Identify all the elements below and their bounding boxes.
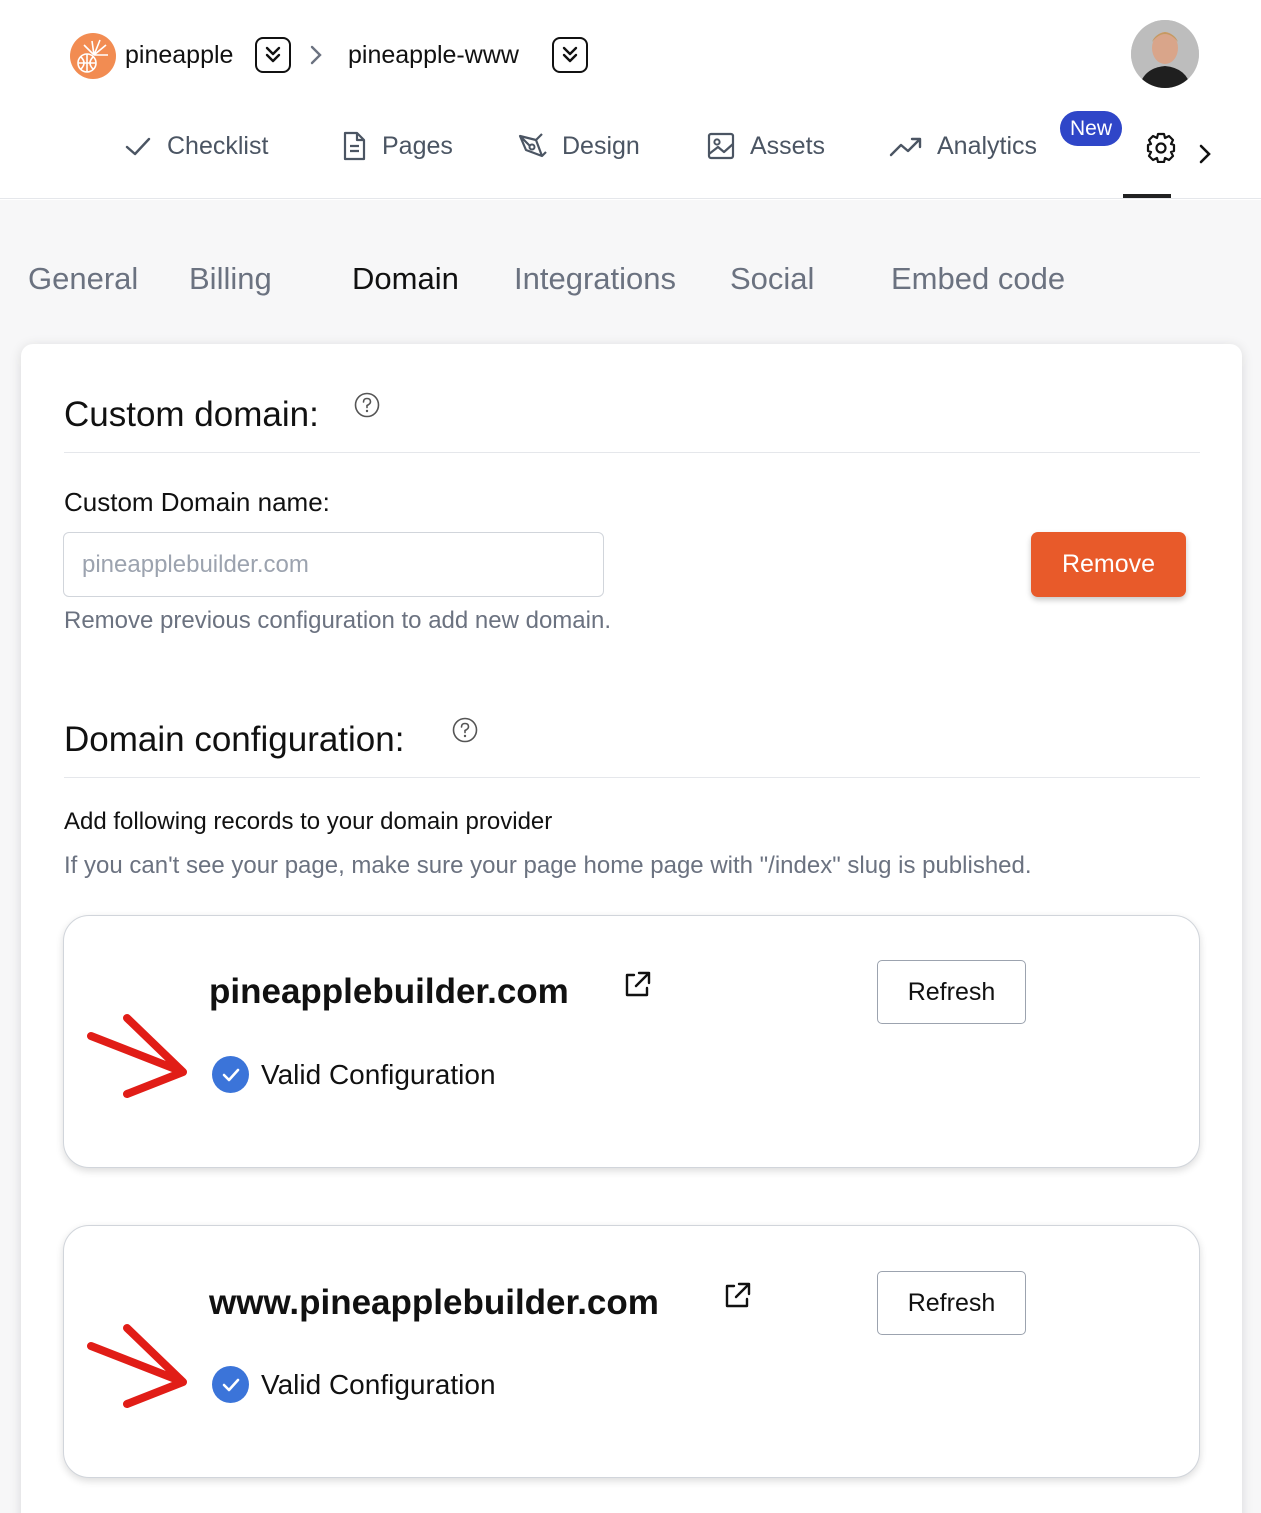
nav-label: Pages (382, 131, 453, 160)
chevron-right-icon (310, 45, 322, 65)
refresh-button[interactable]: Refresh (877, 960, 1026, 1024)
pen-tool-icon (518, 133, 547, 158)
divider (64, 452, 1200, 453)
divider (64, 777, 1200, 778)
nav-pages[interactable]: Pages (340, 126, 453, 166)
project-switch-button[interactable] (255, 37, 291, 73)
custom-domain-hint: Remove previous configuration to add new… (64, 607, 611, 634)
subtab-billing[interactable]: Billing (189, 258, 272, 300)
chevrons-down-icon (562, 46, 578, 63)
project-logo[interactable] (70, 33, 116, 79)
subtab-embed-code[interactable]: Embed code (891, 258, 1065, 300)
site-switch-button[interactable] (552, 37, 588, 73)
domain-name: www.pineapplebuilder.com (209, 1283, 659, 1322)
external-link-icon[interactable] (620, 968, 654, 1002)
subtab-general[interactable]: General (28, 258, 138, 300)
annotation-arrow-icon (87, 1324, 187, 1408)
breadcrumb-site[interactable]: pineapple-www (348, 38, 519, 72)
check-icon (125, 137, 151, 156)
custom-domain-title: Custom domain: (64, 395, 319, 434)
config-status: Valid Configuration (212, 1056, 496, 1093)
page-icon (343, 131, 366, 161)
custom-domain-label: Custom Domain name: (64, 487, 330, 517)
nav-design[interactable]: Design (516, 126, 640, 166)
new-badge: New (1060, 111, 1123, 146)
check-circle-icon (212, 1056, 249, 1093)
config-sub-description: If you can't see your page, make sure yo… (64, 852, 1032, 879)
nav-label: Design (562, 131, 640, 160)
check-circle-icon (212, 1366, 249, 1403)
chevrons-down-icon (265, 46, 281, 63)
nav-settings[interactable] (1140, 128, 1182, 166)
chevron-right-icon[interactable] (1196, 142, 1214, 166)
active-tab-indicator (1123, 194, 1171, 198)
annotation-arrow-icon (87, 1014, 187, 1098)
domain-record-card: pineapplebuilder.com Refresh Valid Confi… (63, 915, 1200, 1168)
subtab-domain[interactable]: Domain (352, 258, 459, 300)
nav-label: Assets (750, 131, 826, 160)
refresh-button[interactable]: Refresh (877, 1271, 1026, 1335)
breadcrumb-project[interactable]: pineapple (125, 38, 233, 72)
help-icon[interactable] (353, 391, 381, 419)
image-icon (707, 132, 735, 160)
user-avatar[interactable] (1131, 20, 1199, 88)
domain-record-card: www.pineapplebuilder.com Refresh Valid C… (63, 1225, 1200, 1478)
help-icon[interactable] (451, 716, 479, 744)
trending-up-icon (889, 137, 922, 157)
top-header: pineapple pineapple-www Checklist Pages … (0, 0, 1261, 199)
custom-domain-input[interactable] (63, 532, 604, 597)
domain-configuration-title: Domain configuration: (64, 720, 405, 759)
gear-icon (1146, 132, 1176, 163)
nav-label: Analytics (937, 131, 1038, 160)
nav-label: Checklist (167, 131, 269, 160)
domain-name: pineapplebuilder.com (209, 972, 569, 1011)
nav-analytics[interactable]: Analytics (889, 126, 1037, 166)
external-link-icon[interactable] (720, 1279, 754, 1313)
config-description: Add following records to your domain pro… (64, 808, 553, 835)
subtab-integrations[interactable]: Integrations (514, 258, 676, 300)
status-label: Valid Configuration (261, 1058, 496, 1090)
status-label: Valid Configuration (261, 1368, 496, 1400)
nav-checklist[interactable]: Checklist (123, 126, 268, 166)
remove-domain-button[interactable]: Remove (1031, 532, 1186, 597)
config-status: Valid Configuration (212, 1366, 496, 1403)
subtab-social[interactable]: Social (730, 258, 814, 300)
nav-assets[interactable]: Assets (706, 126, 825, 166)
